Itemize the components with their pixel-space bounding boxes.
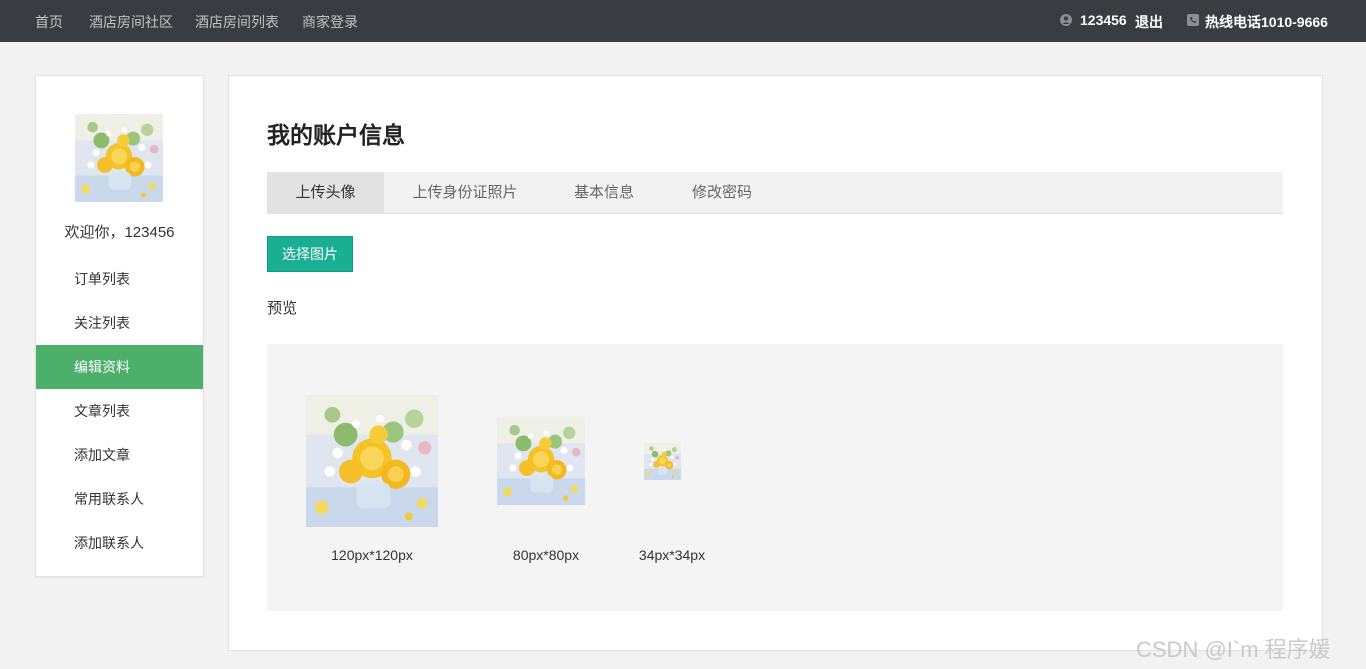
sidebar-item-label: 添加联系人 xyxy=(74,535,144,551)
logout-link[interactable]: 退出 xyxy=(1135,12,1163,32)
preview-image-120 xyxy=(306,395,438,527)
nav-home-link[interactable]: 首页 xyxy=(35,12,63,32)
sidebar-item-add-article[interactable]: 添加文章 xyxy=(36,433,203,477)
sidebar-item-contacts[interactable]: 常用联系人 xyxy=(36,477,203,521)
sidebar-item-add-contact[interactable]: 添加联系人 xyxy=(36,521,203,565)
sidebar-item-articles[interactable]: 文章列表 xyxy=(36,389,203,433)
tab-change-password[interactable]: 修改密码 xyxy=(667,172,777,213)
sidebar-item-label: 常用联系人 xyxy=(74,491,144,507)
sidebar-item-orders[interactable]: 订单列表 xyxy=(36,257,203,301)
main-panel: 我的账户信息 上传头像 上传身份证照片 基本信息 修改密码 选择图片 预览 12… xyxy=(228,75,1323,651)
avatar xyxy=(75,114,163,202)
select-image-button[interactable]: 选择图片 xyxy=(267,236,353,272)
sidebar-item-label: 添加文章 xyxy=(74,447,130,463)
preview-image-80 xyxy=(497,417,585,505)
preview-image-34 xyxy=(644,443,681,480)
sidebar-item-follows[interactable]: 关注列表 xyxy=(36,301,203,345)
tab-basic-info[interactable]: 基本信息 xyxy=(549,172,659,213)
username-link[interactable]: 123456 xyxy=(1080,12,1127,28)
sidebar-item-label: 关注列表 xyxy=(74,315,130,331)
user-icon xyxy=(1060,14,1072,26)
tab-upload-avatar[interactable]: 上传头像 xyxy=(267,172,384,213)
phone-icon xyxy=(1187,14,1199,26)
preview-caption-120: 120px*120px xyxy=(331,547,413,563)
watermark-text: CSDN @I`m 程序媛 xyxy=(1136,637,1331,662)
sidebar: 欢迎你，123456 订单列表 关注列表 编辑资料 文章列表 添加文章 常用联系… xyxy=(35,75,204,577)
top-navbar: 首页 酒店房间社区 酒店房间列表 商家登录 123456 退出 热线电话1010… xyxy=(0,0,1366,42)
sidebar-item-label: 编辑资料 xyxy=(74,359,130,375)
preview-label: 预览 xyxy=(267,300,298,317)
welcome-text: 欢迎你，123456 xyxy=(64,224,175,241)
tab-bar: 上传头像 上传身份证照片 基本信息 修改密码 xyxy=(267,172,1283,214)
sidebar-item-edit-profile[interactable]: 编辑资料 xyxy=(36,345,203,389)
hotline-text: 热线电话1010-9666 xyxy=(1205,14,1328,30)
preview-caption-34: 34px*34px xyxy=(638,547,706,563)
preview-caption-80: 80px*80px xyxy=(512,547,580,563)
nav-room-list-link[interactable]: 酒店房间列表 xyxy=(195,12,279,32)
preview-area: 120px*120px 80px*80px 34px*34px xyxy=(267,344,1283,611)
sidebar-item-label: 文章列表 xyxy=(74,403,130,419)
page-title: 我的账户信息 xyxy=(267,122,405,148)
nav-community-link[interactable]: 酒店房间社区 xyxy=(89,12,173,32)
sidebar-item-label: 订单列表 xyxy=(74,271,130,287)
nav-merchant-login-link[interactable]: 商家登录 xyxy=(302,12,358,32)
tab-upload-id-photo[interactable]: 上传身份证照片 xyxy=(397,172,533,213)
